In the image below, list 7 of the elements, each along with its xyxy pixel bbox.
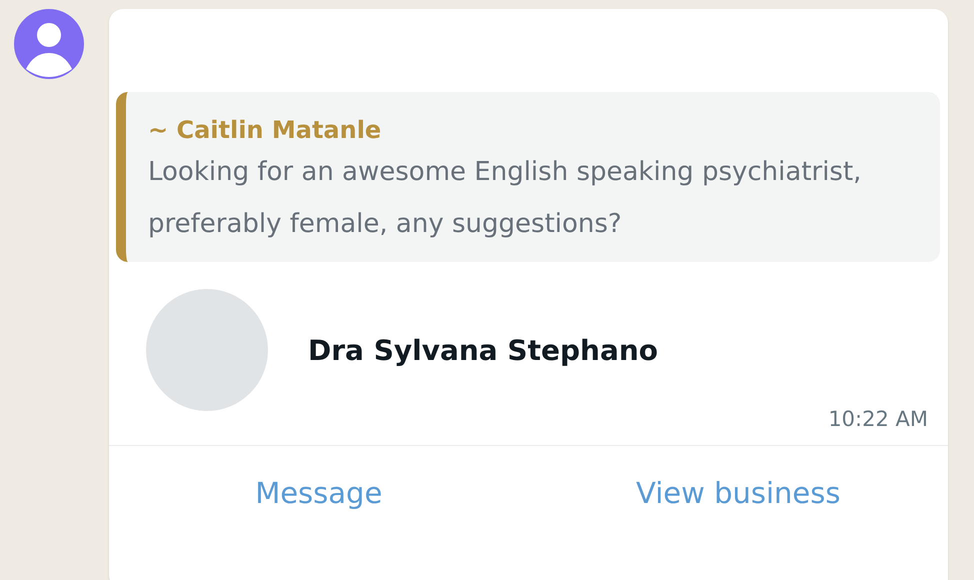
user-avatar-icon xyxy=(14,9,84,79)
quote-author: ~ Caitlin Matanle xyxy=(148,115,382,146)
contact-name: Dra Sylvana Stephano xyxy=(308,334,658,366)
action-link[interactable]: Message xyxy=(109,476,528,510)
quote-text: Looking for an awesome English speaking psychiatrist, preferably female, any suggestions? xyxy=(148,156,862,241)
message-time: 10:22 AM xyxy=(828,407,928,431)
action-link[interactable]: View business xyxy=(528,476,948,510)
